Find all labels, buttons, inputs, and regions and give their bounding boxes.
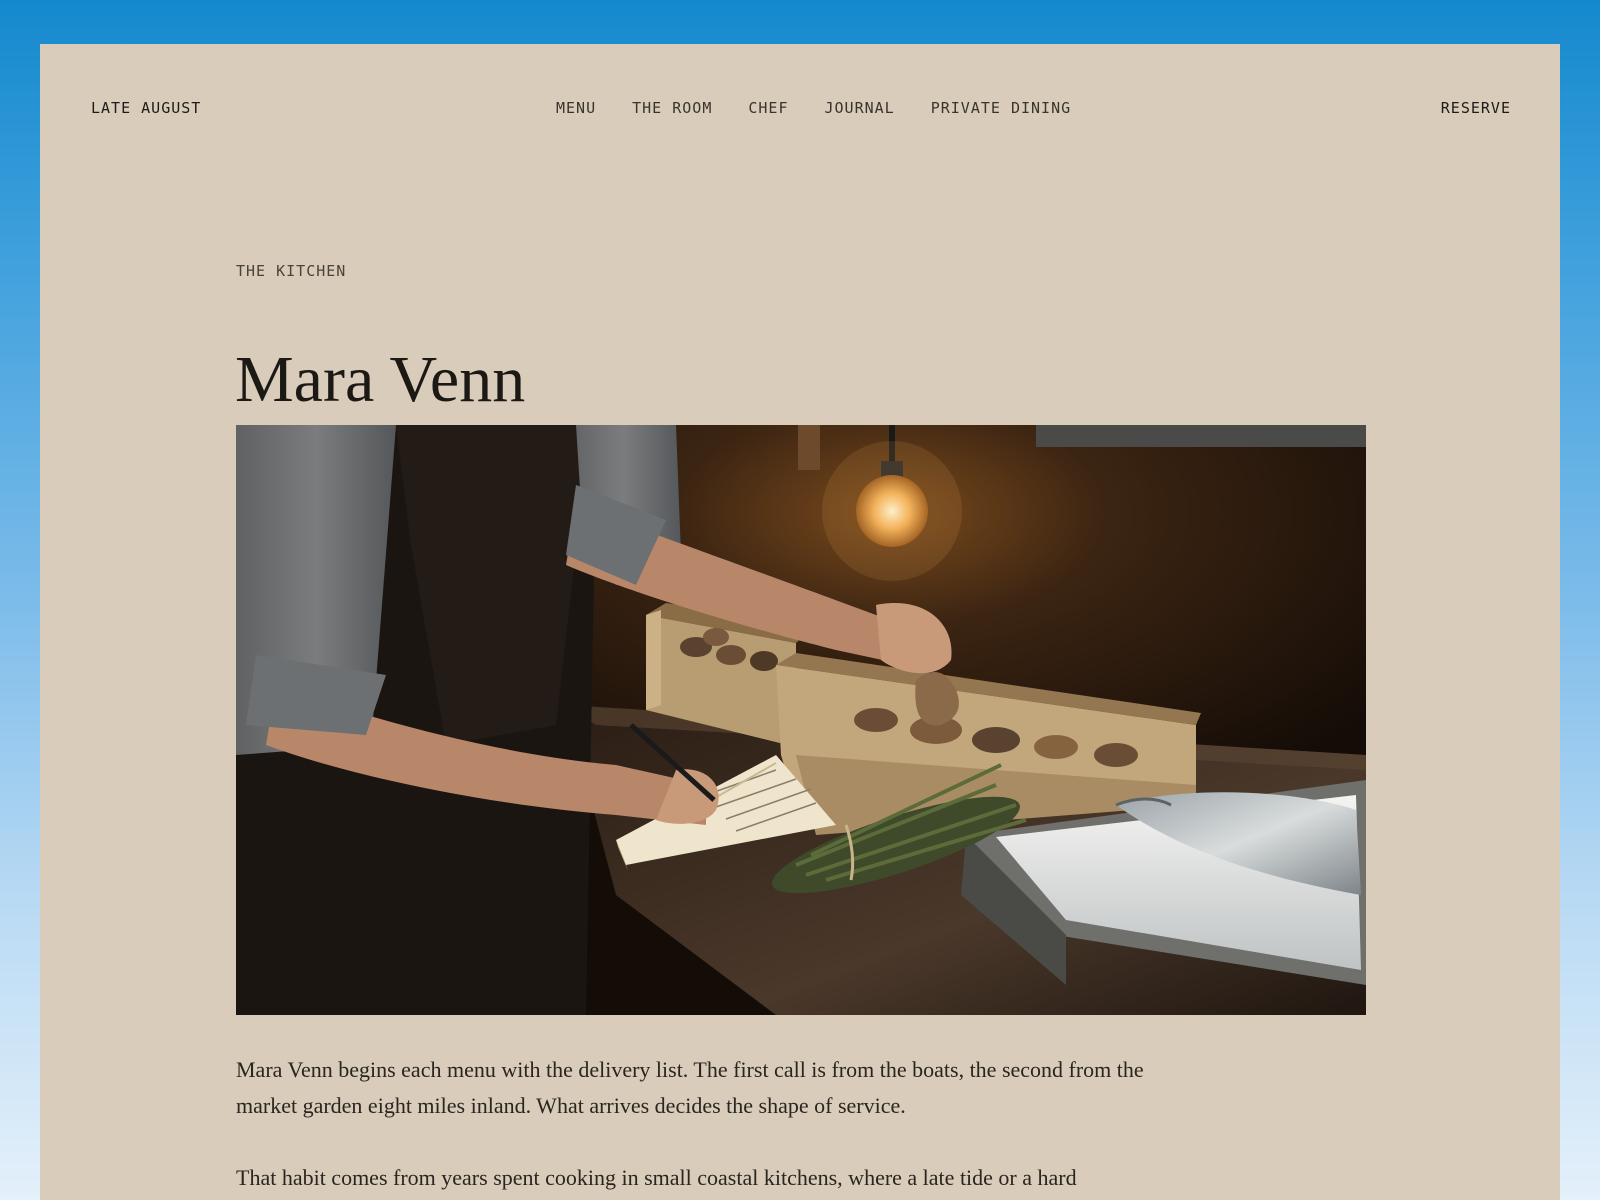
nav-private-dining[interactable]: PRIVATE DINING xyxy=(931,99,1071,117)
nav-the-room[interactable]: THE ROOM xyxy=(632,99,712,117)
page-title: Mara Venn xyxy=(235,343,526,416)
nav-chef[interactable]: CHEF xyxy=(748,99,788,117)
page-panel: LATE AUGUST MENU THE ROOM CHEF JOURNAL P… xyxy=(40,44,1560,1200)
kitchen-photo-illustration xyxy=(236,425,1366,1015)
main-nav: MENU THE ROOM CHEF JOURNAL PRIVATE DININ… xyxy=(556,99,1071,117)
article-paragraph: Mara Venn begins each menu with the deli… xyxy=(236,1057,1144,1118)
article-body: Mara Venn begins each menu with the deli… xyxy=(236,1052,1166,1200)
nav-menu[interactable]: MENU xyxy=(556,99,596,117)
reserve-link[interactable]: RESERVE xyxy=(1441,99,1511,117)
nav-journal[interactable]: JOURNAL xyxy=(825,99,895,117)
hero-image xyxy=(236,425,1366,1015)
article-paragraph: That habit comes from years spent cookin… xyxy=(236,1165,1077,1190)
brand-logo[interactable]: LATE AUGUST xyxy=(91,99,201,117)
section-eyebrow: THE KITCHEN xyxy=(236,262,347,280)
site-header: LATE AUGUST MENU THE ROOM CHEF JOURNAL P… xyxy=(40,44,1560,164)
